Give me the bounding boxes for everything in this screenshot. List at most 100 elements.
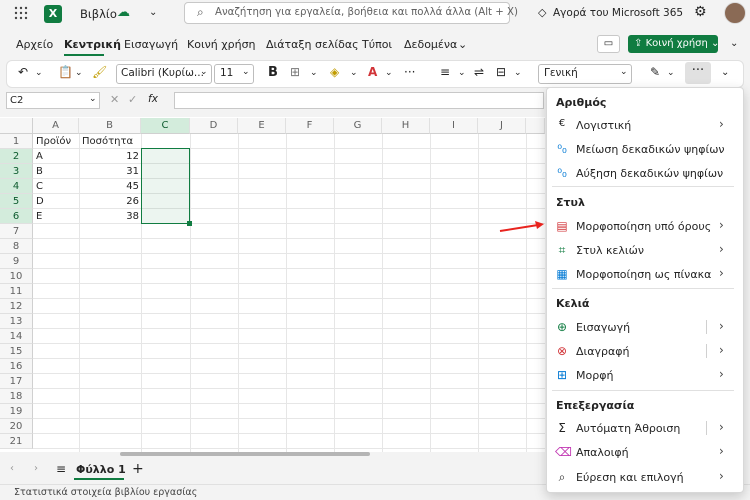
font-color-icon[interactable]: A — [368, 65, 377, 79]
chevron-down-icon[interactable]: ⌄ — [89, 94, 97, 104]
cancel-icon[interactable]: ✕ — [110, 93, 119, 106]
chevron-down-icon[interactable]: ⌄ — [310, 68, 318, 78]
chevron-right-icon[interactable]: › — [719, 266, 724, 280]
cell-b4[interactable]: 45 — [82, 179, 139, 194]
column-header[interactable]: C — [141, 118, 190, 134]
scroll-left-icon[interactable]: ‹ — [10, 463, 14, 474]
tab-share[interactable]: Κοινή χρήση — [187, 38, 256, 51]
wrap-text-icon[interactable]: ⇌ — [474, 65, 484, 79]
column-header[interactable]: D — [190, 118, 238, 134]
select-all-corner[interactable] — [0, 118, 33, 134]
row-header[interactable]: 15 — [0, 344, 33, 359]
chevron-right-icon[interactable]: › — [719, 117, 724, 131]
row-header[interactable]: 5 — [0, 194, 33, 209]
tab-data[interactable]: Δεδομένα — [404, 38, 457, 51]
comments-button[interactable]: ▭ — [597, 35, 620, 53]
selected-range[interactable] — [141, 148, 190, 224]
avatar[interactable] — [724, 2, 746, 24]
menu-item-format-as-table[interactable]: Μορφοποίηση ως πίνακα — [576, 268, 711, 281]
chevron-down-icon[interactable]: ⌄ — [458, 68, 466, 78]
chevron-down-icon[interactable]: ⌄ — [730, 38, 738, 49]
chevron-down-icon[interactable]: ⌄ — [75, 68, 83, 78]
chevron-down-icon[interactable]: ⌄ — [149, 7, 157, 18]
menu-item-increase-decimal[interactable]: Αύξηση δεκαδικών ψηφίων — [576, 167, 723, 180]
cell-a1[interactable]: Προϊόν — [36, 134, 71, 149]
buy-microsoft-365-link[interactable]: Αγορά του Microsoft 365 — [553, 7, 683, 19]
column-header[interactable]: F — [286, 118, 334, 134]
tab-page-layout[interactable]: Διάταξη σελίδας — [266, 38, 359, 51]
chevron-right-icon[interactable]: › — [719, 343, 724, 357]
confirm-icon[interactable]: ✓ — [128, 93, 137, 106]
bold-button[interactable]: B — [268, 65, 278, 80]
row-header[interactable]: 2 — [0, 149, 33, 164]
row-header[interactable]: 12 — [0, 299, 33, 314]
tab-file[interactable]: Αρχείο — [16, 38, 53, 51]
row-header[interactable]: 6 — [0, 209, 33, 224]
cell-a4[interactable]: C — [36, 179, 43, 194]
cell-a3[interactable]: B — [36, 164, 43, 179]
chevron-down-icon[interactable]: ⌄ — [35, 68, 43, 78]
insert-function-button[interactable]: fx — [148, 93, 158, 105]
row-header[interactable]: 7 — [0, 224, 33, 239]
row-header[interactable]: 9 — [0, 254, 33, 269]
row-header[interactable]: 8 — [0, 239, 33, 254]
chevron-down-icon[interactable]: ⌄ — [458, 38, 467, 51]
horizontal-scrollbar[interactable] — [120, 452, 370, 456]
paste-icon[interactable]: 📋 — [58, 65, 73, 79]
undo-icon[interactable]: ↶ — [18, 65, 28, 79]
column-header[interactable]: A — [33, 118, 79, 134]
row-header[interactable]: 20 — [0, 419, 33, 434]
sheet-tab[interactable]: Φύλλο 1 — [76, 463, 126, 476]
cell-b2[interactable]: 12 — [82, 149, 139, 164]
row-header[interactable]: 1 — [0, 134, 33, 149]
chevron-down-icon[interactable]: ⌄ — [385, 68, 393, 78]
more-options-button[interactable]: ··· — [685, 62, 711, 84]
chevron-right-icon[interactable]: › — [719, 242, 724, 256]
all-sheets-icon[interactable]: ≡ — [56, 462, 66, 476]
merge-cells-icon[interactable]: ⊟ — [496, 65, 506, 79]
add-sheet-icon[interactable]: + — [132, 461, 144, 477]
formula-input[interactable] — [174, 92, 544, 109]
column-header[interactable]: E — [238, 118, 286, 134]
chevron-right-icon[interactable]: › — [719, 444, 724, 458]
row-header[interactable]: 16 — [0, 359, 33, 374]
column-header[interactable] — [526, 118, 545, 134]
tab-formulas[interactable]: Τύποι — [362, 38, 392, 51]
column-header[interactable]: H — [382, 118, 430, 134]
align-icon[interactable]: ≡ — [440, 65, 450, 79]
format-painter-icon[interactable]: 🖌 — [92, 65, 107, 79]
cell-b5[interactable]: 26 — [82, 194, 139, 209]
row-header[interactable]: 17 — [0, 374, 33, 389]
cell-a5[interactable]: D — [36, 194, 44, 209]
cell-b1[interactable]: Ποσότητα — [82, 134, 133, 149]
row-header[interactable]: 18 — [0, 389, 33, 404]
tab-insert[interactable]: Εισαγωγή — [124, 38, 178, 51]
column-header[interactable]: G — [334, 118, 382, 134]
menu-item-insert[interactable]: Εισαγωγή — [576, 321, 630, 334]
menu-item-accounting[interactable]: Λογιστική — [576, 119, 631, 132]
share-button[interactable]: ⇪ Κοινή χρήση ⌄ — [628, 35, 719, 53]
row-header[interactable]: 11 — [0, 284, 33, 299]
menu-item-conditional-formatting[interactable]: Μορφοποίηση υπό όρους — [576, 220, 711, 233]
cell-b3[interactable]: 31 — [82, 164, 139, 179]
column-header[interactable]: B — [79, 118, 141, 134]
cell-a2[interactable]: A — [36, 149, 43, 164]
menu-item-format[interactable]: Μορφή — [576, 369, 613, 382]
tab-home[interactable]: Κεντρική — [64, 38, 121, 51]
chevron-right-icon[interactable]: › — [719, 367, 724, 381]
row-header[interactable]: 4 — [0, 179, 33, 194]
row-header[interactable]: 10 — [0, 269, 33, 284]
chevron-right-icon[interactable]: › — [719, 218, 724, 232]
menu-item-autosum[interactable]: Αυτόματη Άθροιση — [576, 422, 680, 435]
cell-b6[interactable]: 38 — [82, 209, 139, 224]
gear-icon[interactable]: ⚙ — [694, 4, 707, 20]
cell-a6[interactable]: E — [36, 209, 42, 224]
borders-icon[interactable]: ⊞ — [290, 65, 300, 79]
column-header[interactable]: J — [478, 118, 526, 134]
workbook-title[interactable]: Βιβλίο — [80, 7, 117, 21]
scroll-right-icon[interactable]: › — [34, 463, 38, 474]
menu-item-cell-styles[interactable]: Στυλ κελιών — [576, 244, 644, 257]
menu-item-clear[interactable]: Απαλοιφή — [576, 446, 629, 459]
more-font-options-icon[interactable]: ··· — [404, 65, 415, 79]
row-header[interactable]: 14 — [0, 329, 33, 344]
